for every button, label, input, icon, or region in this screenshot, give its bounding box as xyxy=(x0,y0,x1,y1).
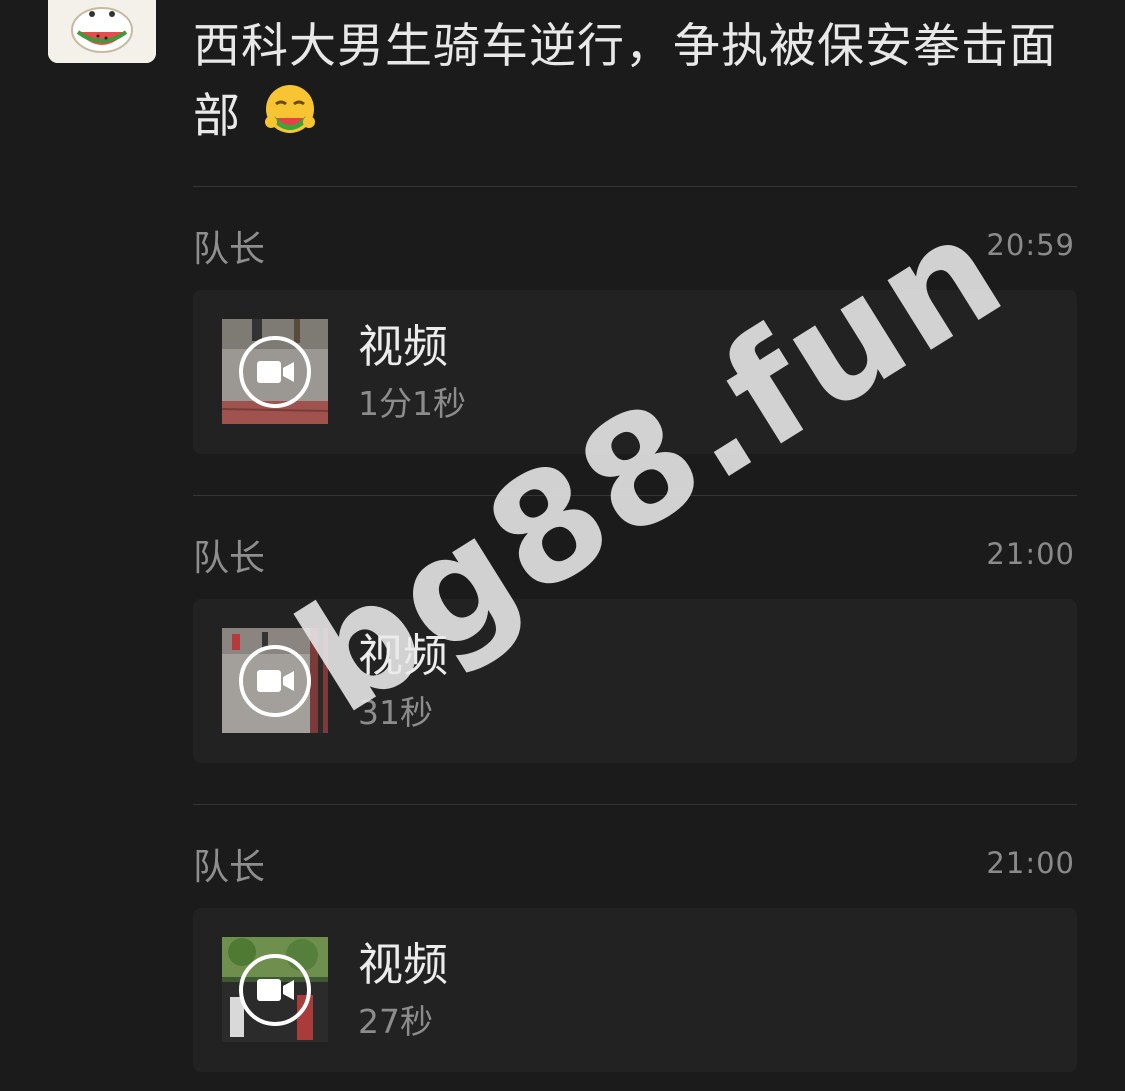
play-ring xyxy=(239,336,311,408)
video-card[interactable]: 视频 1分1秒 xyxy=(193,290,1077,454)
video-camera-icon xyxy=(257,670,294,692)
message-time: 21:00 xyxy=(986,846,1075,880)
play-ring xyxy=(239,645,311,717)
video-card[interactable]: 视频 27秒 xyxy=(193,908,1077,1072)
play-ring xyxy=(239,954,311,1026)
video-title: 视频 xyxy=(358,320,449,373)
message-sender: 队长 xyxy=(193,538,266,579)
video-camera-icon xyxy=(257,979,294,1001)
post-title-text: 西科大男生骑车逆行，争执被保安拳击面 xyxy=(193,19,1057,74)
watermelon-eating-face-emoji-icon xyxy=(264,85,315,133)
video-duration: 27秒 xyxy=(358,1002,433,1041)
video-thumbnail[interactable] xyxy=(222,937,328,1042)
video-title: 视频 xyxy=(358,629,449,682)
divider xyxy=(193,186,1077,187)
divider xyxy=(193,804,1077,805)
avatar[interactable] xyxy=(48,0,156,63)
video-card[interactable]: 视频 31秒 xyxy=(193,599,1077,763)
post-title-tail: 部 xyxy=(193,89,241,144)
message-time: 21:00 xyxy=(986,537,1075,571)
video-duration: 1分1秒 xyxy=(358,384,466,423)
post-title: 西科大男生骑车逆行，争执被保安拳击面 部 xyxy=(193,12,1083,152)
message-time: 20:59 xyxy=(986,228,1075,262)
video-duration: 31秒 xyxy=(358,693,433,732)
divider xyxy=(193,495,1077,496)
video-title: 视频 xyxy=(358,938,449,991)
video-camera-icon xyxy=(257,361,294,383)
video-thumbnail[interactable] xyxy=(222,319,328,424)
message-sender: 队长 xyxy=(193,229,266,270)
message-sender: 队长 xyxy=(193,847,266,888)
video-thumbnail[interactable] xyxy=(222,628,328,733)
